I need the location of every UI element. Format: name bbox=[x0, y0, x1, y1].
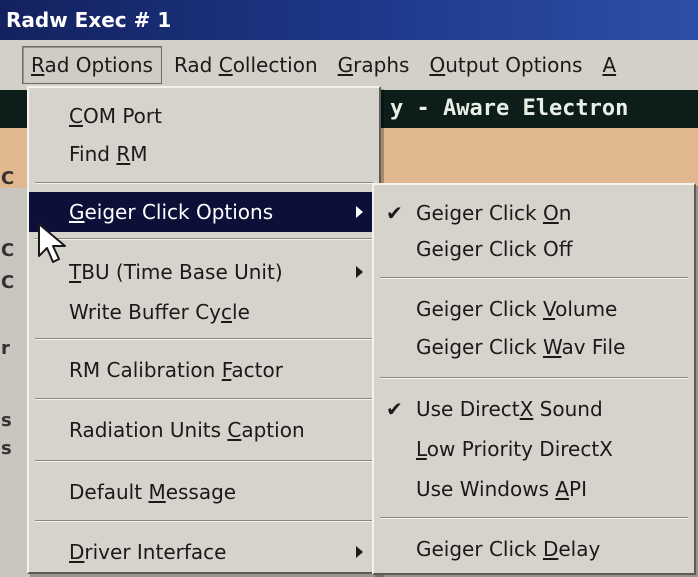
menu-item-driver-interface[interactable]: Driver Interface bbox=[29, 530, 379, 574]
edge-label: C bbox=[1, 272, 15, 293]
menu-separator bbox=[35, 398, 373, 400]
submenu-arrow-icon bbox=[356, 546, 363, 558]
menu-item-rm-calibration-factor[interactable]: RM Calibration Factor bbox=[29, 348, 379, 392]
menu-separator bbox=[35, 460, 373, 462]
geiger-click-submenu: ✔ Geiger Click On Geiger Click Off Geige… bbox=[372, 183, 696, 575]
menu-item-geiger-click-options[interactable]: Geiger Click Options bbox=[29, 192, 379, 232]
menu-graphs[interactable]: Graphs bbox=[330, 47, 418, 83]
submenu-item-geiger-click-off[interactable]: Geiger Click Off bbox=[374, 227, 694, 271]
submenu-arrow-icon bbox=[356, 266, 363, 278]
menu-separator bbox=[35, 338, 373, 340]
menu-rad-options[interactable]: Rad Options bbox=[22, 46, 162, 84]
menu-separator bbox=[380, 377, 688, 379]
menu-item-find-rm[interactable]: Find RM bbox=[29, 132, 379, 176]
title-bar: Radw Exec # 1 bbox=[0, 0, 698, 40]
submenu-item-geiger-click-delay[interactable]: Geiger Click Delay bbox=[374, 527, 694, 571]
menu-item-write-buffer-cycle[interactable]: Write Buffer Cycle bbox=[29, 290, 379, 334]
edge-label: s bbox=[1, 410, 12, 431]
menu-item-default-message[interactable]: Default Message bbox=[29, 470, 379, 514]
submenu-item-geiger-click-wav-file[interactable]: Geiger Click Wav File bbox=[374, 325, 694, 369]
edge-label: C bbox=[1, 240, 15, 261]
menu-a-clipped[interactable]: A bbox=[594, 47, 624, 83]
mouse-cursor-icon bbox=[38, 223, 66, 263]
window-title: Radw Exec # 1 bbox=[6, 8, 172, 32]
menu-output-options[interactable]: Output Options bbox=[421, 47, 590, 83]
menu-separator bbox=[35, 182, 373, 184]
rad-options-dropdown: COM Port Find RM Geiger Click Options TB… bbox=[27, 86, 381, 574]
menu-bar: Rad Options Rad Collection Graphs Output… bbox=[0, 40, 698, 90]
banner-text: y - Aware Electron bbox=[390, 96, 629, 121]
menu-separator bbox=[380, 277, 688, 279]
menu-separator bbox=[35, 520, 373, 522]
menu-rad-collection[interactable]: Rad Collection bbox=[166, 47, 326, 83]
edge-label: C bbox=[1, 168, 15, 189]
edge-label: s bbox=[1, 438, 12, 459]
menu-separator bbox=[380, 517, 688, 519]
menu-item-tbu[interactable]: TBU (Time Base Unit) bbox=[29, 250, 379, 294]
submenu-arrow-icon bbox=[356, 206, 363, 218]
submenu-item-use-windows-api[interactable]: Use Windows API bbox=[374, 467, 694, 511]
submenu-item-low-priority-directx[interactable]: Low Priority DirectX bbox=[374, 427, 694, 471]
menu-separator bbox=[35, 238, 373, 240]
submenu-item-use-directx-sound[interactable]: ✔ Use DirectX Sound bbox=[374, 387, 694, 431]
checkmark-icon: ✔ bbox=[386, 397, 403, 421]
menu-item-radiation-units-caption[interactable]: Radiation Units Caption bbox=[29, 408, 379, 452]
edge-label: r bbox=[1, 338, 10, 359]
